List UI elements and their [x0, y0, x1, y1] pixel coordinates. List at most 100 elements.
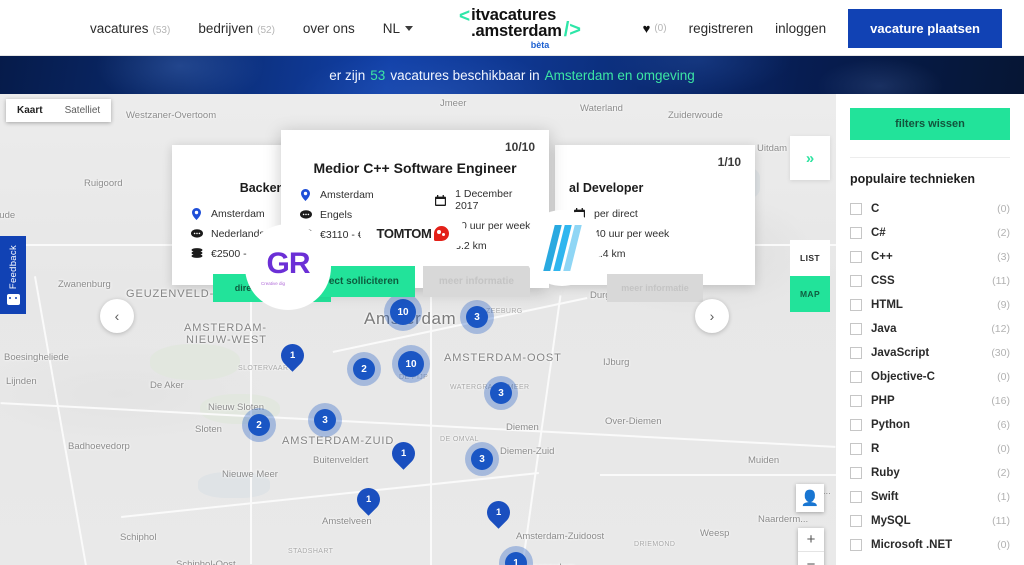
filter-checkbox[interactable] [850, 491, 862, 503]
apply-button[interactable]: direct solliciteren [300, 266, 415, 297]
view-mode-list[interactable]: LIST [790, 240, 830, 276]
job-location: Amsterdam [299, 188, 412, 201]
favorites-button[interactable]: ♥ (0) [643, 21, 667, 36]
register-link[interactable]: registreren [689, 21, 754, 36]
filter-row[interactable]: Objective-C (0) [850, 365, 1010, 389]
job-location-text: Amsterdam [211, 207, 265, 220]
filter-checkbox[interactable] [850, 395, 862, 407]
filter-row[interactable]: Swift (1) [850, 485, 1010, 509]
job-language-text: Nederlands [211, 227, 265, 240]
nav-label: bedrijven [198, 20, 254, 36]
filter-checkbox[interactable] [850, 371, 862, 383]
filter-row[interactable]: C (0) [850, 197, 1010, 221]
filter-checkbox[interactable] [850, 203, 862, 215]
map-cluster-marker[interactable]: 10 [398, 351, 424, 377]
map-cluster-marker[interactable]: 3 [314, 409, 336, 431]
map-cluster-marker[interactable]: 3 [466, 306, 488, 328]
post-job-button[interactable]: vacature plaatsen [848, 8, 1002, 48]
filter-checkbox[interactable] [850, 467, 862, 479]
speech-bubble-icon [190, 227, 203, 240]
street-view-pegman-icon[interactable]: 👤 [796, 484, 824, 512]
banner-count: 53 [370, 67, 386, 83]
map-pin-icon [299, 188, 312, 201]
map-cluster-marker[interactable]: 3 [471, 448, 493, 470]
map-type-switcher[interactable]: Kaart Satelliet [6, 99, 112, 122]
job-start-date: 1 December 2017 [434, 188, 531, 212]
more-info-button[interactable]: meer informatie [422, 266, 530, 297]
filter-checkbox[interactable] [850, 275, 862, 287]
map-cluster-marker[interactable]: 2 [248, 414, 270, 436]
filter-label: C# [871, 227, 886, 239]
filter-count: (0) [997, 371, 1010, 383]
feedback-tab[interactable]: Feedback [0, 236, 26, 314]
nav-item-over-ons[interactable]: over ons [303, 21, 355, 36]
filter-count: (2) [997, 467, 1010, 479]
filter-checkbox[interactable] [850, 347, 862, 359]
filter-row[interactable]: CSS (11) [850, 269, 1010, 293]
filter-row[interactable]: HTML (9) [850, 293, 1010, 317]
view-mode-toggle[interactable]: LIST MAP [790, 240, 830, 312]
filter-row[interactable]: JavaScript (30) [850, 341, 1010, 365]
filter-row[interactable]: PHP (16) [850, 389, 1010, 413]
job-card-right[interactable]: 1/10 al Developer per direct 40 uur per [555, 145, 755, 302]
filter-row[interactable]: C# (2) [850, 221, 1010, 245]
job-distance-text: 3.2 km [455, 239, 487, 252]
filter-checkbox[interactable] [850, 419, 862, 431]
job-language: Nederlands [190, 227, 279, 240]
filter-checkbox[interactable] [850, 539, 862, 551]
login-link[interactable]: inloggen [775, 21, 826, 36]
filter-row[interactable]: R (0) [850, 437, 1010, 461]
more-info-button[interactable]: meer informatie [607, 274, 703, 302]
filter-checkbox[interactable] [850, 227, 862, 239]
map-cluster-marker[interactable]: 3 [490, 382, 512, 404]
job-start-date-text: per direct [594, 207, 638, 220]
map-type-satelliet[interactable]: Satelliet [54, 99, 112, 122]
nav-item-bedrijven[interactable]: bedrijven (52) [198, 21, 275, 36]
filter-row[interactable]: Python (6) [850, 413, 1010, 437]
map-pin-icon [190, 207, 203, 220]
filter-count: (0) [997, 539, 1010, 551]
map-cluster-marker[interactable]: 10 [390, 299, 416, 325]
filter-label: Objective-C [871, 371, 935, 383]
coins-icon [299, 228, 312, 241]
clock-icon [573, 227, 586, 240]
filter-count: (6) [997, 419, 1010, 431]
filter-checkbox[interactable] [850, 299, 862, 311]
filter-checkbox[interactable] [850, 443, 862, 455]
job-card-actions: direct solliciteren meer informatie [281, 266, 549, 297]
filter-checkbox[interactable] [850, 323, 862, 335]
filter-row[interactable]: Java (12) [850, 317, 1010, 341]
angle-bracket-open-icon: < [459, 5, 471, 27]
filter-row[interactable]: Microsoft .NET (0) [850, 533, 1010, 557]
map-zoom-controls[interactable]: + − [798, 528, 824, 565]
filter-count: (11) [992, 275, 1010, 287]
site-header: vacatures (53) bedrijven (52) over ons N… [0, 0, 1024, 56]
filter-row[interactable]: MySQL (11) [850, 509, 1010, 533]
map-job-pin-count: 1 [400, 448, 407, 460]
map-cluster-marker[interactable]: 2 [353, 358, 375, 380]
heart-icon: ♥ [642, 20, 651, 36]
map-type-kaart[interactable]: Kaart [6, 99, 54, 122]
filter-row[interactable]: C++ (3) [850, 245, 1010, 269]
zoom-in-button[interactable]: + [798, 528, 824, 552]
language-selector[interactable]: NL [383, 21, 413, 36]
filter-label: C [871, 203, 880, 215]
page-root: vacatures (53) bedrijven (52) over ons N… [0, 0, 1024, 565]
zoom-out-button[interactable]: − [798, 552, 824, 565]
angle-bracket-close-icon: /> [563, 18, 581, 41]
filter-checkbox[interactable] [850, 515, 862, 527]
filter-label: MySQL [871, 515, 911, 527]
view-mode-map[interactable]: MAP [790, 276, 830, 312]
job-salary-text: €2500 - €3400 [211, 247, 279, 260]
nav-item-vacatures[interactable]: vacatures (53) [90, 21, 170, 36]
clear-filters-button[interactable]: filters wissen [850, 108, 1010, 140]
filter-count: (30) [991, 347, 1010, 359]
primary-nav: vacatures (53) bedrijven (52) over ons N… [90, 0, 413, 56]
filter-count: (3) [997, 251, 1010, 263]
filter-row[interactable]: Ruby (2) [850, 461, 1010, 485]
job-card-active[interactable]: 10/10 Medior C++ Software Engineer Amste… [281, 130, 549, 297]
expand-panel-button[interactable]: » [790, 136, 830, 180]
site-logo[interactable]: < itvacatures .amsterdam /> bèta [440, 2, 600, 54]
filter-checkbox[interactable] [850, 251, 862, 263]
nav-label: over ons [302, 20, 355, 36]
